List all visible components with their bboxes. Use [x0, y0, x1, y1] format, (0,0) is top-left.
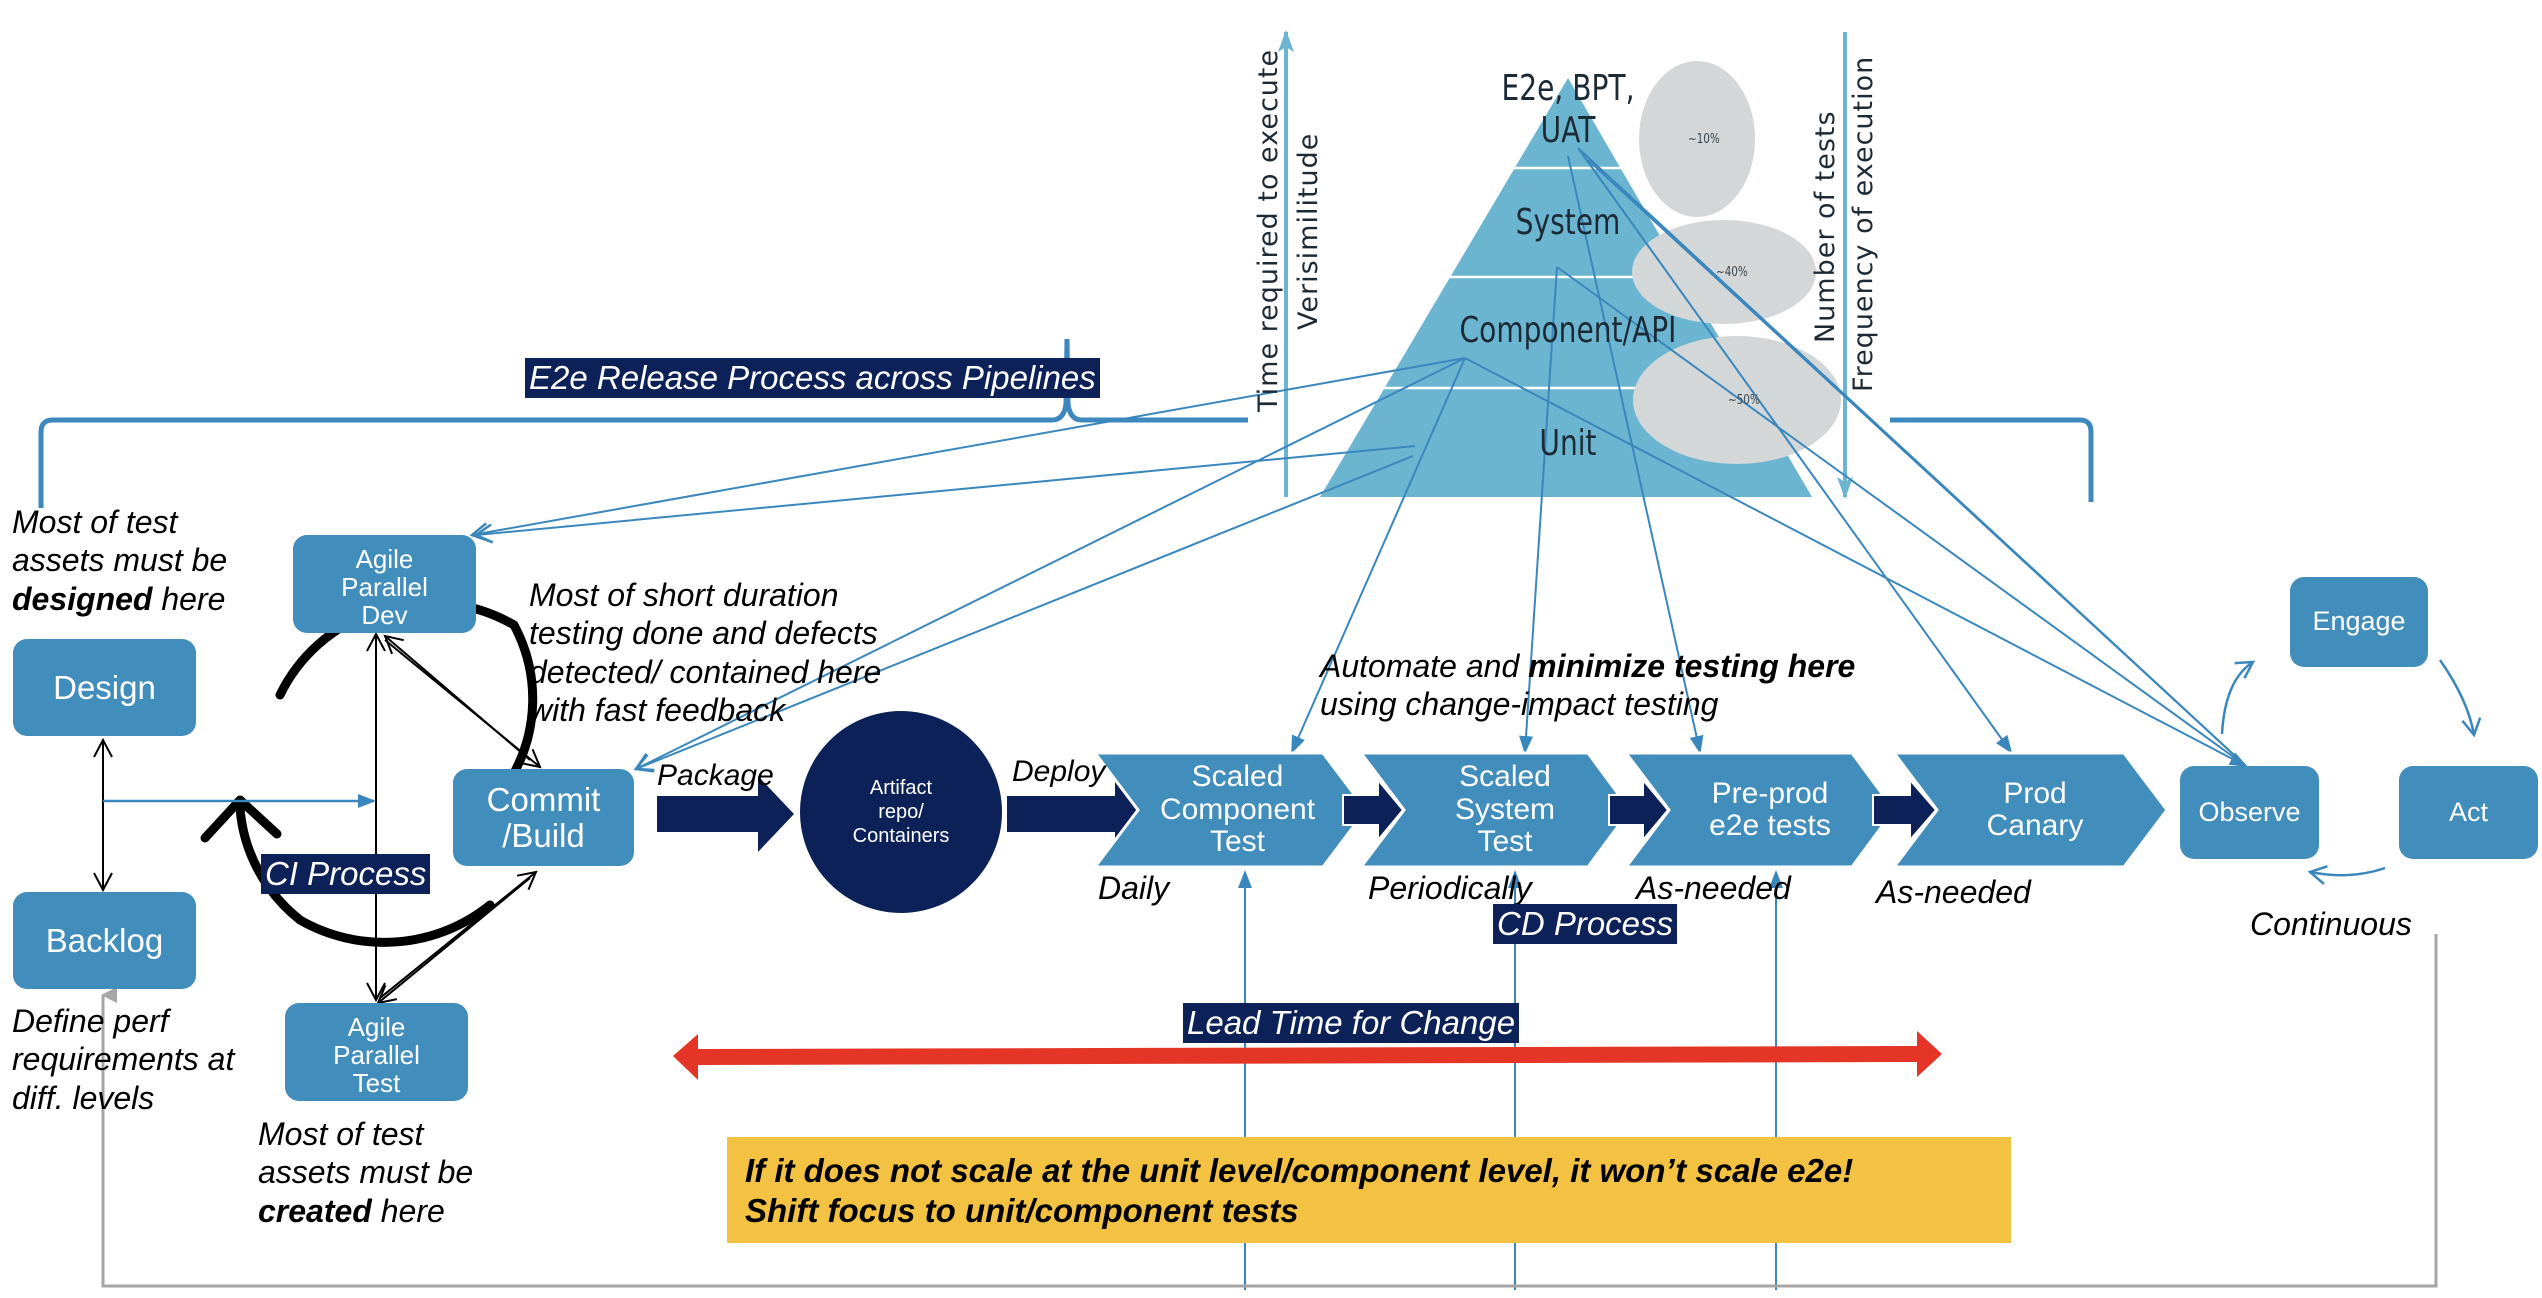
- note-designed-line3: designed here: [12, 580, 227, 618]
- share-e2e: ~10%: [1687, 132, 1720, 147]
- stage-4-line1: Prod: [2003, 776, 2067, 810]
- note-perf-line1: Define perf: [12, 1003, 169, 1039]
- note-designed: Most of test assets must be designed her…: [12, 503, 227, 618]
- share-system: ~40%: [1715, 265, 1748, 280]
- note-created-line2: assets must be: [258, 1154, 474, 1191]
- frequency-daily: Daily: [1098, 870, 1170, 906]
- note-created-line1: Most of test: [258, 1116, 424, 1152]
- frequency-as-needed-canary: As-needed: [1876, 874, 2031, 910]
- callout-line2: Shift focus to unit/component tests: [745, 1192, 1299, 1230]
- observe-box[interactable]: Observe: [2180, 766, 2319, 859]
- callout-line1: If it does not scale at the unit level/c…: [745, 1152, 1854, 1189]
- frequency-periodically: Periodically: [1368, 870, 1532, 906]
- verisimilitude-label: Verisimilitude: [1293, 132, 1324, 330]
- note-designed-rest: here: [152, 580, 226, 617]
- note-automate-line1: Automate and minimize testing here: [1320, 647, 1855, 685]
- frequency-as-needed-preprod: As-needed: [1636, 870, 1791, 906]
- artifact-line1: Artifact: [869, 777, 933, 799]
- number-of-tests-label: Number of tests: [1810, 110, 1841, 343]
- note-short-line1: Most of short duration: [529, 577, 839, 613]
- lead-time-label: Lead Time for Change: [1183, 1003, 1520, 1043]
- commit-line1: Commit: [486, 780, 601, 818]
- scale-callout: If it does not scale at the unit level/c…: [727, 1137, 2011, 1243]
- ci-process-label: CI Process: [261, 854, 431, 894]
- stage-scaled-system-test[interactable]: Scaled System Test: [1400, 755, 1610, 865]
- note-automate: Automate and minimize testing here using…: [1320, 647, 1855, 724]
- note-automate-pre: Automate and: [1320, 648, 1529, 684]
- pyramid-level-system: System: [1515, 202, 1621, 243]
- stage-prod-canary[interactable]: Prod Canary: [1930, 755, 2140, 865]
- stage-preprod-e2e-tests[interactable]: Pre-prod e2e tests: [1665, 755, 1875, 865]
- stage-1-line2: Component: [1159, 792, 1316, 826]
- note-perf-line3: diff. levels: [12, 1079, 155, 1116]
- note-designed-line1: Most of test: [12, 504, 178, 540]
- release-process-label: E2e Release Process across Pipelines: [525, 358, 1100, 398]
- note-short-line2: testing done and defects: [529, 615, 878, 652]
- stage-3-line1: Pre-prod: [1711, 776, 1829, 810]
- stage-2-line3: Test: [1477, 825, 1533, 859]
- artifact-line3: Containers: [852, 825, 950, 847]
- agile-test-line1: Agile: [347, 1011, 406, 1042]
- agile-dev-line1: Agile: [355, 543, 414, 574]
- pyramid-level-component: Component/API: [1459, 310, 1677, 351]
- note-designed-bold: designed: [12, 580, 153, 617]
- engage-box[interactable]: Engage: [2290, 577, 2428, 667]
- note-created-line3: created here: [258, 1192, 473, 1230]
- stage-3-line2: e2e tests: [1709, 809, 1831, 842]
- frequency-label: Frequency of execution: [1848, 55, 1879, 392]
- note-automate-line2: using change-impact testing: [1320, 686, 1719, 723]
- note-created-bold: created: [258, 1192, 372, 1229]
- pyramid-level-e2e-line2: UAT: [1540, 110, 1596, 151]
- stage-2-line1: Scaled: [1459, 760, 1551, 794]
- package-label: Package: [657, 759, 774, 792]
- note-short-line3: detected/ contained here: [529, 653, 882, 690]
- commit-build-box[interactable]: Commit /Build: [453, 769, 634, 866]
- note-short-line4: with fast feedback: [529, 692, 786, 729]
- note-short-duration: Most of short duration testing done and …: [529, 576, 881, 730]
- note-created: Most of test assets must be created here: [258, 1115, 473, 1230]
- agile-parallel-test-box[interactable]: Agile Parallel Test: [285, 1003, 468, 1101]
- note-perf-line2: requirements at: [12, 1041, 235, 1078]
- stage-2-line2: System: [1454, 792, 1556, 826]
- stage-scaled-component-test[interactable]: Scaled Component Test: [1130, 755, 1345, 865]
- act-box[interactable]: Act: [2399, 766, 2538, 859]
- backlog-box[interactable]: Backlog: [13, 892, 196, 989]
- note-designed-line2: assets must be: [12, 542, 228, 579]
- commit-line2: /Build: [502, 816, 585, 854]
- agile-parallel-dev-box[interactable]: Agile Parallel Dev: [293, 535, 476, 633]
- note-perf: Define perf requirements at diff. levels: [12, 1002, 234, 1117]
- continuous-label: Continuous: [2250, 906, 2412, 942]
- pyramid-level-e2e: E2e, BPT, UAT: [1490, 68, 1646, 152]
- agile-dev-line2: Parallel: [341, 571, 428, 602]
- agile-test-line2: Parallel: [333, 1039, 420, 1070]
- pyramid-level-unit: Unit: [1539, 423, 1597, 464]
- share-component: ~50%: [1727, 393, 1760, 408]
- design-box[interactable]: Design: [13, 639, 196, 736]
- time-axis-label: Time required to execute: [1253, 48, 1284, 412]
- stage-1-line1: Scaled: [1191, 760, 1284, 794]
- cd-process-label: CD Process: [1493, 904, 1678, 944]
- note-created-rest: here: [371, 1192, 445, 1229]
- stage-1-line3: Test: [1209, 825, 1266, 859]
- agile-dev-line3: Dev: [361, 600, 408, 631]
- note-automate-bold: minimize testing here: [1528, 648, 1856, 684]
- pyramid-level-e2e-line1: E2e, BPT,: [1501, 68, 1635, 109]
- artifact-line2: repo/: [878, 801, 924, 823]
- stage-4-line2: Canary: [1986, 809, 2084, 842]
- artifact-repo-label: Artifact repo/ Containers: [821, 752, 981, 872]
- deploy-label: Deploy: [1012, 755, 1106, 788]
- agile-test-line3: Test: [352, 1068, 401, 1099]
